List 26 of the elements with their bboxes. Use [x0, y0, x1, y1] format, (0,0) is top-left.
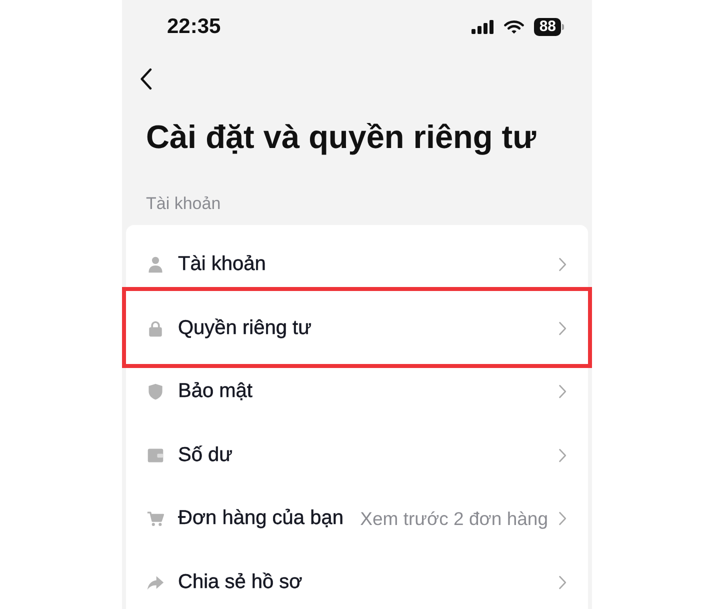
person-icon: [147, 256, 164, 274]
chevron-right-icon: [558, 448, 567, 463]
settings-item-label[interactable]: Bảo mật: [178, 380, 252, 404]
cart-icon: [147, 510, 164, 528]
chevron-right-icon: [558, 511, 567, 526]
chevron-right-icon: [558, 384, 567, 400]
page-title: Cài đặt và quyền riêng tư: [145, 118, 538, 157]
share-arrow-icon: [147, 574, 164, 591]
settings-item-label[interactable]: Quyền riêng tư: [178, 316, 312, 340]
chevron-right-icon: [558, 320, 567, 336]
shield-icon: [147, 383, 164, 400]
wifi-icon: [504, 20, 524, 34]
lock-icon: [147, 320, 164, 337]
detail-text: Xem trước 2 đơn hàng: [360, 508, 548, 530]
battery-indicator: 88: [534, 18, 564, 36]
wallet-icon: [147, 446, 164, 464]
settings-item-label[interactable]: Chia sẻ hồ sơ: [178, 570, 302, 594]
settings-item-label[interactable]: Số dư: [178, 444, 233, 467]
chevron-right-icon: [558, 574, 567, 590]
settings-item-label[interactable]: Tài khoản: [178, 253, 266, 276]
status-time: 22:35: [167, 15, 221, 39]
section-label: Tài khoản: [145, 194, 222, 214]
settings-item-label[interactable]: Đơn hàng của bạn: [178, 507, 344, 530]
signal-icon: [471, 20, 494, 34]
back-icon[interactable]: [140, 68, 152, 90]
chevron-right-icon: [558, 257, 567, 272]
